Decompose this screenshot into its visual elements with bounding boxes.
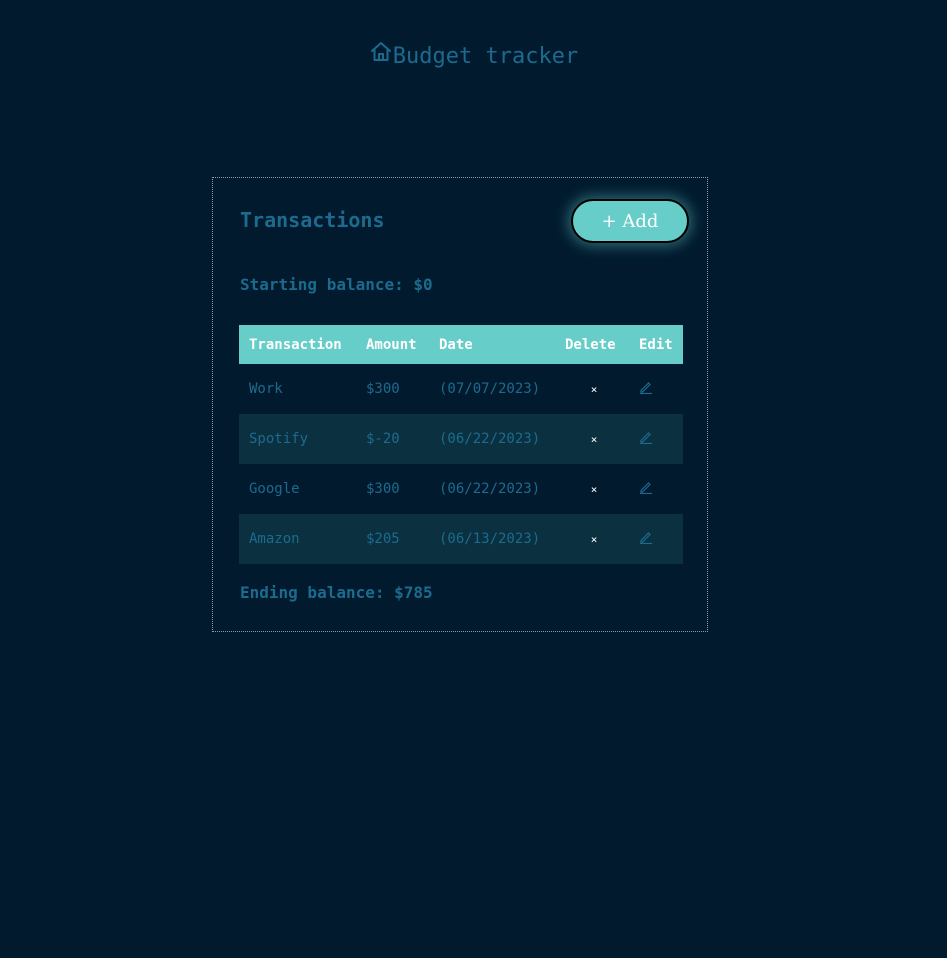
row-delete-cell: ×: [555, 514, 629, 564]
row-date: (06/13/2023): [439, 531, 541, 547]
pencil-icon[interactable]: [639, 530, 653, 545]
row-edit-cell: [629, 414, 683, 464]
pencil-icon[interactable]: [639, 380, 653, 395]
home-icon: [369, 40, 393, 64]
row-date: (07/07/2023): [439, 381, 541, 397]
delete-icon[interactable]: ×: [591, 433, 598, 446]
starting-balance: Starting balance: $0: [240, 275, 433, 294]
ending-balance: Ending balance: $785: [240, 583, 433, 602]
pencil-icon[interactable]: [639, 430, 653, 445]
row-edit-cell: [629, 464, 683, 514]
row-amount: $300: [366, 381, 400, 397]
row-delete-cell: ×: [555, 464, 629, 514]
row-edit-cell: [629, 514, 683, 564]
app-title-wrap: Budget tracker: [369, 40, 578, 72]
delete-icon[interactable]: ×: [591, 533, 598, 546]
header-amount: Amount: [366, 336, 417, 353]
row-delete-cell: ×: [555, 364, 629, 414]
row-amount: $-20: [366, 431, 400, 447]
row-amount: $205: [366, 531, 400, 547]
row-name: Amazon: [249, 531, 300, 547]
app-title: Budget tracker: [392, 44, 579, 69]
header-date: Date: [439, 336, 473, 353]
header-transaction: Transaction: [249, 336, 342, 353]
table-body: Work $300 (07/07/2023) × Spotify $-20 (0…: [239, 364, 683, 564]
table-row: Spotify $-20 (06/22/2023) ×: [239, 414, 683, 464]
add-button[interactable]: + Add: [571, 199, 689, 243]
row-amount: $300: [366, 481, 400, 497]
row-name: Google: [249, 481, 300, 497]
table-row: Amazon $205 (06/13/2023) ×: [239, 514, 683, 564]
card-title: Transactions: [240, 208, 385, 232]
app-header: Budget tracker: [0, 40, 947, 72]
transactions-card: Transactions + Add Starting balance: $0 …: [212, 177, 708, 632]
header-edit: Edit: [639, 336, 673, 353]
row-delete-cell: ×: [555, 414, 629, 464]
transactions-table: Transaction Amount Date Delete Edit Work…: [239, 325, 683, 564]
row-date: (06/22/2023): [439, 431, 541, 447]
header-delete: Delete: [565, 336, 616, 353]
delete-icon[interactable]: ×: [591, 383, 598, 396]
delete-icon[interactable]: ×: [591, 483, 598, 496]
row-edit-cell: [629, 364, 683, 414]
table-row: Work $300 (07/07/2023) ×: [239, 364, 683, 414]
table-row: Google $300 (06/22/2023) ×: [239, 464, 683, 514]
table-header-row: Transaction Amount Date Delete Edit: [239, 325, 683, 364]
table-header: Transaction Amount Date Delete Edit: [239, 325, 683, 364]
row-date: (06/22/2023): [439, 481, 541, 497]
pencil-icon[interactable]: [639, 480, 653, 495]
row-name: Spotify: [249, 431, 309, 447]
row-name: Work: [249, 381, 283, 397]
